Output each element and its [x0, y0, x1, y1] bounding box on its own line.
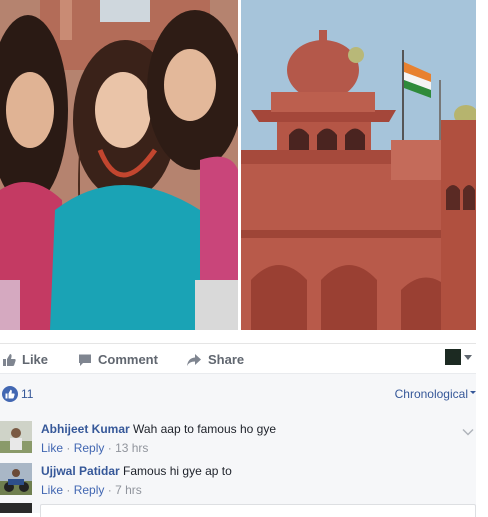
comment-as-selector[interactable] [445, 349, 472, 365]
comment-like-link[interactable]: Like [41, 441, 63, 455]
meta-separator: · [107, 483, 112, 497]
comment-meta: Like · Reply · 7 hrs [41, 483, 142, 497]
comment-text-line: Ujjwal Patidar Famous hi gye ap to [41, 464, 232, 478]
share-button[interactable]: Share [186, 352, 244, 367]
photo-women-smiling-image [0, 0, 238, 330]
comment-input[interactable] [40, 504, 476, 517]
comment-body: Famous hi gye ap to [123, 464, 232, 478]
comment-reply-link[interactable]: Reply [74, 441, 105, 455]
comment-timestamp[interactable]: 7 hrs [115, 483, 142, 497]
comment-meta: Like · Reply · 13 hrs [41, 441, 148, 455]
avatar-image [0, 421, 32, 453]
meta-separator: · [66, 441, 71, 455]
avatar[interactable] [0, 421, 32, 453]
like-button[interactable]: Like [2, 352, 48, 367]
avatar-image [0, 463, 32, 495]
comment-button-label: Comment [98, 352, 158, 367]
share-button-label: Share [208, 352, 245, 367]
comment-author[interactable]: Abhijeet Kumar [41, 422, 130, 436]
chevron-down-icon [462, 428, 474, 436]
share-arrow-icon [187, 353, 201, 366]
comment-reply-link[interactable]: Reply [74, 483, 105, 497]
comments-list: Abhijeet Kumar Wah aap to famous ho gye … [0, 409, 476, 513]
thumbs-up-icon [5, 389, 15, 399]
comment-options-chevron[interactable] [462, 423, 474, 441]
like-count[interactable]: 11 [21, 387, 33, 401]
avatar[interactable] [0, 463, 32, 495]
meta-separator: · [107, 441, 112, 455]
comment-like-link[interactable]: Like [41, 483, 63, 497]
reply-composer [0, 503, 476, 517]
audience-avatar-icon [445, 349, 461, 365]
comment-button[interactable]: Comment [78, 352, 158, 367]
post-action-bar: Like Comment Share [0, 343, 476, 374]
post-photo-grid [0, 0, 476, 330]
comment-bubble-icon [79, 354, 91, 366]
comment-author[interactable]: Ujjwal Patidar [41, 464, 120, 478]
comment-timestamp[interactable]: 13 hrs [115, 441, 148, 455]
comment-text-line: Abhijeet Kumar Wah aap to famous ho gye [41, 422, 276, 436]
meta-separator: · [66, 483, 71, 497]
chevron-down-icon [464, 354, 472, 360]
photo-red-fort[interactable] [241, 0, 476, 330]
comment-sort-label: Chronological [394, 387, 468, 401]
like-button-label: Like [22, 352, 49, 367]
comment-sort-dropdown[interactable]: Chronological [395, 387, 476, 401]
reactions-summary: 11 Chronological [0, 373, 476, 410]
like-badge-icon [2, 386, 18, 402]
comment-body: Wah aap to famous ho gye [133, 422, 277, 436]
photo-women-smiling[interactable] [0, 0, 238, 330]
photo-red-fort-image [241, 0, 476, 330]
chevron-down-icon [470, 391, 476, 394]
thumbs-up-icon [3, 353, 16, 366]
avatar [0, 503, 32, 513]
